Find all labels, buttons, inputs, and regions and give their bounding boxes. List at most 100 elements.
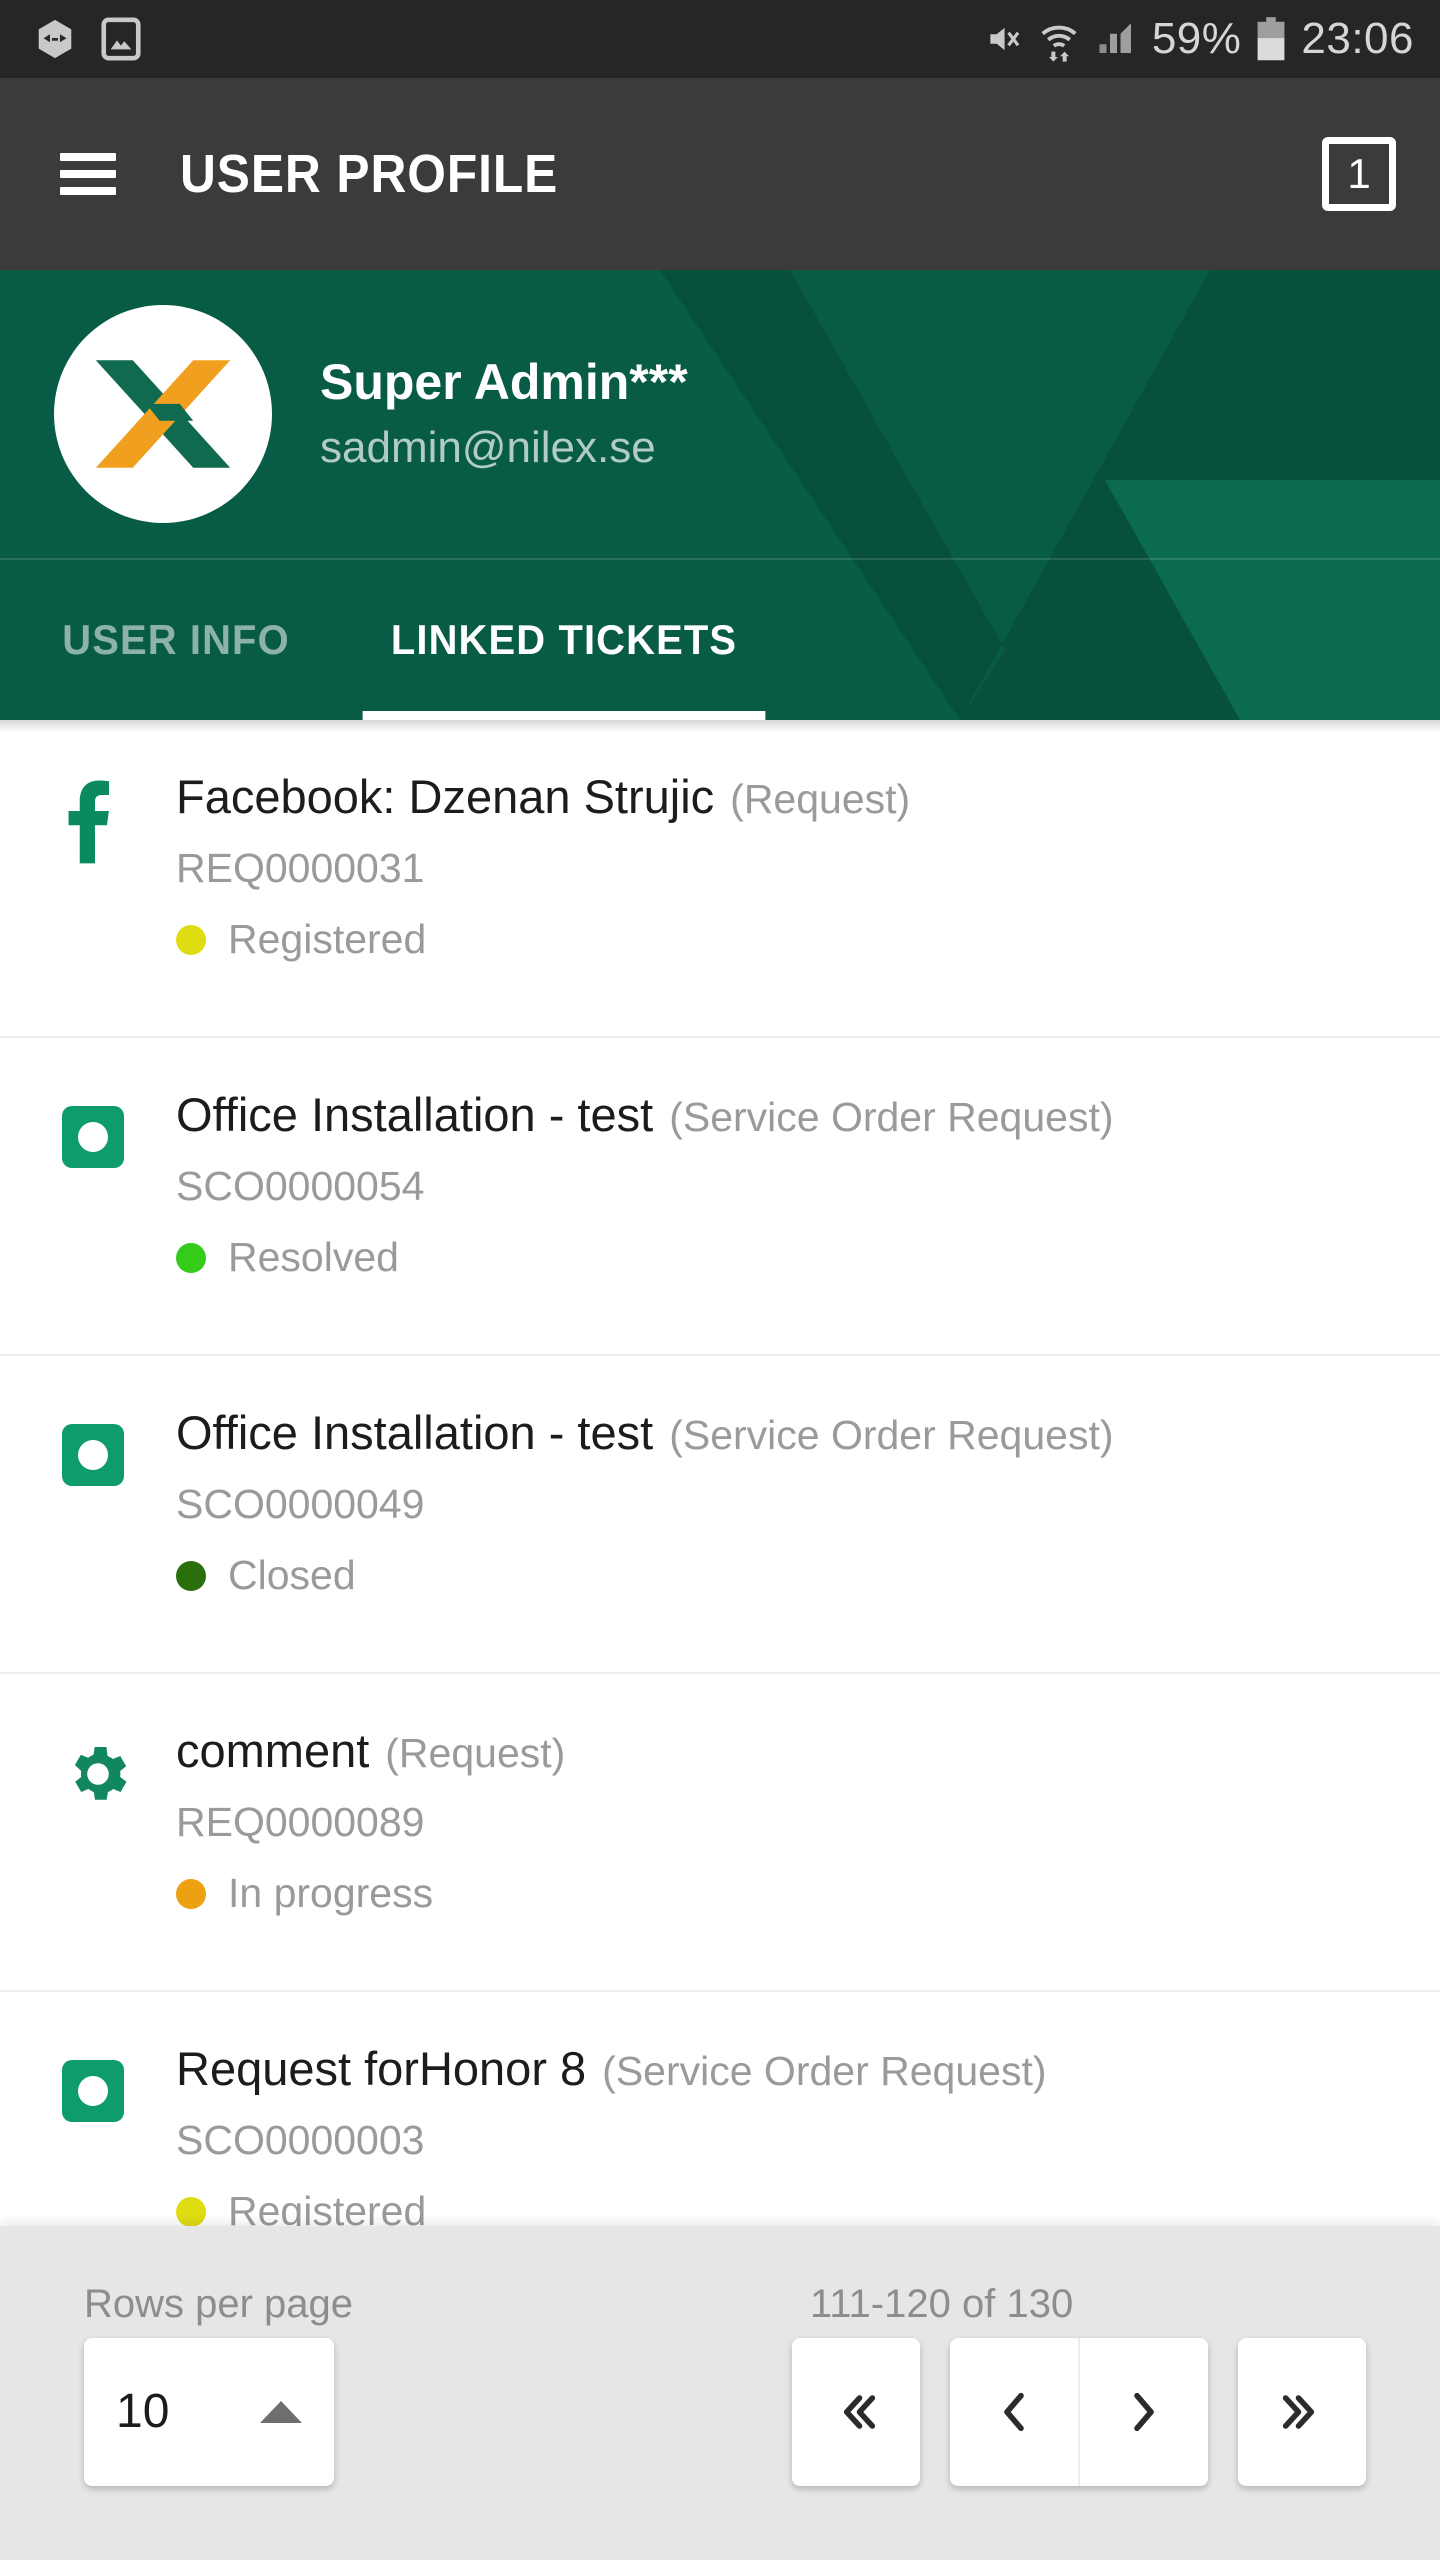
status-badge: Resolved bbox=[176, 1236, 1400, 1279]
page-range-label: 111-120 of 130 bbox=[810, 2282, 1074, 2326]
previous-page-button[interactable] bbox=[950, 2338, 1078, 2486]
battery-percent-label: 59% bbox=[1151, 14, 1242, 63]
ticket-type: (Service Order Request) bbox=[602, 2048, 1047, 2094]
app-bar: USER PROFILE 1 bbox=[0, 78, 1440, 270]
tab-user-info[interactable]: USER INFO bbox=[9, 560, 343, 720]
table-row[interactable]: Facebook: Dzenan Strujic (Request) REQ00… bbox=[0, 720, 1440, 1038]
tab-linked-tickets-label: LINKED TICKETS bbox=[390, 616, 738, 663]
row-title-line: Facebook: Dzenan Strujic (Request) bbox=[176, 770, 1400, 823]
double-chevron-right-icon bbox=[1274, 2384, 1330, 2440]
profile-identity: Super Admin*** sadmin@nilex.se bbox=[0, 270, 1440, 558]
first-page-button[interactable] bbox=[792, 2338, 920, 2486]
row-icon-slot bbox=[62, 2044, 152, 2226]
profile-text-block: Super Admin*** sadmin@nilex.se bbox=[320, 355, 688, 472]
ticket-code: REQ0000031 bbox=[176, 845, 425, 892]
table-row[interactable]: Office Installation - test (Service Orde… bbox=[0, 1038, 1440, 1356]
row-icon-slot bbox=[62, 772, 152, 1036]
linked-tickets-list[interactable]: Facebook: Dzenan Strujic (Request) REQ00… bbox=[0, 720, 1440, 2226]
status-dot bbox=[176, 2196, 206, 2226]
chevron-right-icon bbox=[1116, 2384, 1172, 2440]
clock-label: 23:06 bbox=[1301, 14, 1414, 63]
table-row[interactable]: Request forHonor 8 (Service Order Reques… bbox=[0, 1992, 1440, 2226]
gear-icon bbox=[62, 1732, 134, 1990]
row-icon-slot bbox=[62, 1726, 152, 1990]
ticket-type: (Request) bbox=[385, 1730, 566, 1776]
ticket-title: Office Installation - test bbox=[176, 1088, 654, 1141]
tab-bar: USER INFO LINKED TICKETS bbox=[0, 560, 1440, 720]
ticket-title: Request forHonor 8 bbox=[176, 2042, 587, 2095]
service-order-icon bbox=[62, 1106, 124, 1168]
ticket-code: SCO0000003 bbox=[176, 2117, 425, 2164]
last-page-button[interactable] bbox=[1238, 2338, 1366, 2486]
table-row[interactable]: comment (Request) REQ0000089 In progress bbox=[0, 1674, 1440, 1992]
status-dot bbox=[176, 1878, 206, 1909]
ticket-code: REQ0000089 bbox=[176, 1799, 425, 1846]
facebook-icon bbox=[62, 778, 116, 1036]
status-badge: Registered bbox=[176, 2190, 1400, 2226]
profile-header: Super Admin*** sadmin@nilex.se USER INFO… bbox=[0, 270, 1440, 720]
service-order-icon bbox=[62, 2060, 124, 2122]
avatar[interactable] bbox=[54, 305, 272, 523]
row-content: comment (Request) REQ0000089 In progress bbox=[152, 1726, 1400, 1990]
row-content: Office Installation - test (Service Orde… bbox=[152, 1408, 1400, 1672]
row-icon-slot bbox=[62, 1090, 152, 1354]
status-dot bbox=[176, 1242, 206, 1273]
wifi-icon bbox=[1036, 16, 1082, 62]
profile-name: Super Admin*** bbox=[320, 354, 688, 411]
battery-icon bbox=[1255, 16, 1287, 62]
ticket-title: comment bbox=[176, 1724, 370, 1777]
recent-apps-count: 1 bbox=[1347, 150, 1371, 197]
status-label: Resolved bbox=[228, 1234, 399, 1281]
row-title-line: Office Installation - test (Service Orde… bbox=[176, 1088, 1400, 1141]
ticket-code: SCO0000049 bbox=[176, 1481, 425, 1528]
app-hexagon-icon bbox=[32, 16, 78, 62]
tab-user-info-label: USER INFO bbox=[62, 616, 290, 663]
row-content: Request forHonor 8 (Service Order Reques… bbox=[152, 2044, 1400, 2226]
status-dot bbox=[176, 924, 206, 955]
row-title-line: Request forHonor 8 (Service Order Reques… bbox=[176, 2042, 1400, 2095]
status-badge: In progress bbox=[176, 1872, 1400, 1915]
paginator: Rows per page 111-120 of 130 10 bbox=[0, 2226, 1440, 2560]
ticket-code: SCO0000054 bbox=[176, 1163, 425, 1210]
row-content: Facebook: Dzenan Strujic (Request) REQ00… bbox=[152, 772, 1400, 1036]
status-label: Registered bbox=[228, 916, 427, 963]
active-tab-indicator bbox=[362, 711, 766, 720]
gallery-image-icon bbox=[100, 16, 142, 62]
last-page-card bbox=[1238, 2338, 1366, 2486]
status-label: In progress bbox=[228, 1870, 434, 1917]
tab-linked-tickets[interactable]: LINKED TICKETS bbox=[362, 560, 766, 720]
mute-vibrate-icon bbox=[984, 19, 1022, 59]
status-bar-left-icons bbox=[32, 16, 142, 62]
hamburger-menu-icon[interactable] bbox=[60, 153, 116, 195]
rows-per-page-label: Rows per page bbox=[84, 2282, 354, 2326]
caret-up-icon bbox=[260, 2401, 302, 2423]
next-page-button[interactable] bbox=[1080, 2338, 1208, 2486]
status-label: Closed bbox=[228, 1552, 356, 1599]
ticket-title: Facebook: Dzenan Strujic bbox=[176, 770, 715, 823]
status-dot bbox=[176, 1560, 206, 1591]
ticket-type: (Request) bbox=[730, 776, 911, 822]
status-bar-right-icons: 59% 23:06 bbox=[984, 16, 1414, 62]
row-title-line: Office Installation - test (Service Orde… bbox=[176, 1406, 1400, 1459]
cellular-signal-icon bbox=[1096, 18, 1138, 60]
table-row[interactable]: Office Installation - test (Service Orde… bbox=[0, 1356, 1440, 1674]
double-chevron-left-icon bbox=[828, 2384, 884, 2440]
status-badge: Registered bbox=[176, 918, 1400, 961]
row-content: Office Installation - test (Service Orde… bbox=[152, 1090, 1400, 1354]
first-page-card bbox=[792, 2338, 920, 2486]
ticket-title: Office Installation - test bbox=[176, 1406, 654, 1459]
rows-per-page-value: 10 bbox=[116, 2385, 170, 2438]
phone-screen: 59% 23:06 USER PROFILE 1 Super Admin*** … bbox=[0, 0, 1440, 2560]
nilex-x-logo-avatar bbox=[95, 360, 231, 468]
status-bar: 59% 23:06 bbox=[0, 0, 1440, 78]
page-title: USER PROFILE bbox=[180, 144, 559, 204]
rows-per-page-select[interactable]: 10 bbox=[84, 2338, 334, 2486]
prev-next-card bbox=[950, 2338, 1208, 2486]
chevron-left-icon bbox=[986, 2384, 1042, 2440]
pagination-controls bbox=[792, 2338, 1366, 2486]
ticket-type: (Service Order Request) bbox=[669, 1094, 1114, 1140]
status-label: Registered bbox=[228, 2188, 427, 2226]
row-icon-slot bbox=[62, 1408, 152, 1672]
row-title-line: comment (Request) bbox=[176, 1724, 1400, 1777]
recent-apps-badge[interactable]: 1 bbox=[1322, 137, 1396, 211]
